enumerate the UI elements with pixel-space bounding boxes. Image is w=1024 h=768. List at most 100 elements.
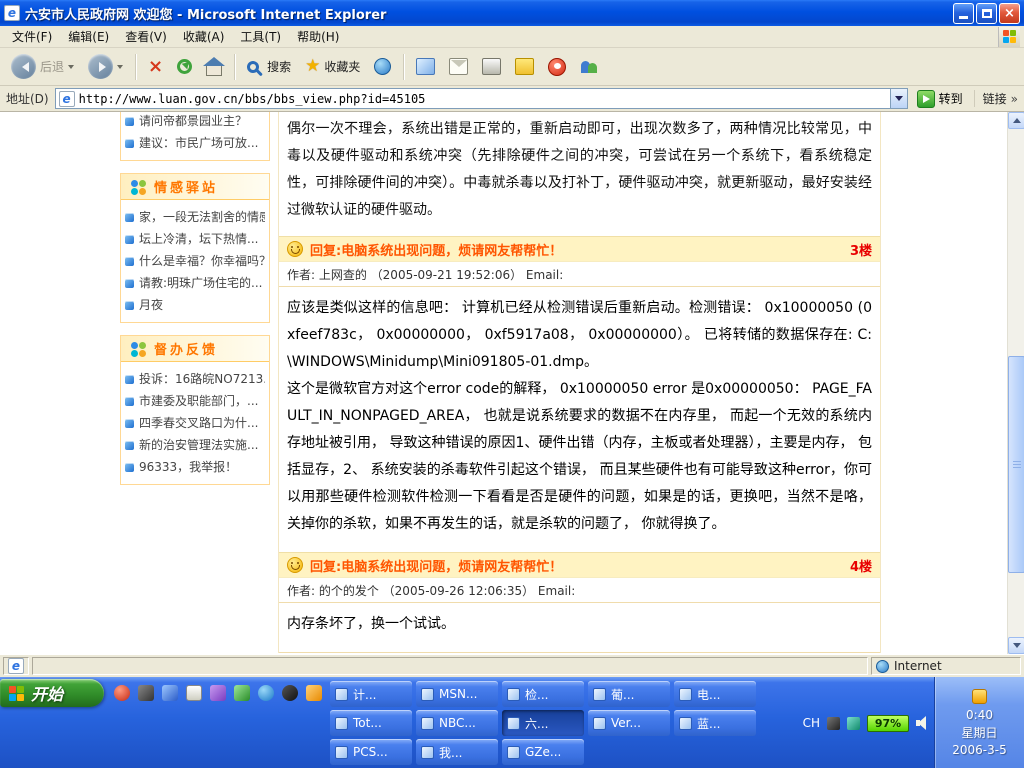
task-button[interactable]: NBC... xyxy=(416,710,498,736)
clover-icon xyxy=(131,180,138,187)
back-dropdown-icon[interactable] xyxy=(68,65,74,69)
forward-dropdown-icon[interactable] xyxy=(117,65,123,69)
messenger-icon xyxy=(548,58,566,76)
menu-help[interactable]: 帮助(H) xyxy=(289,26,347,47)
system-tray: CH 97% xyxy=(803,710,930,736)
window-icon xyxy=(679,717,692,730)
task-button[interactable]: 计... xyxy=(330,681,412,707)
quicklaunch-icon[interactable] xyxy=(138,685,154,701)
quicklaunch-icon[interactable] xyxy=(282,685,298,701)
sidebar-link[interactable]: 坛上冷清，坛下热情... xyxy=(125,228,265,250)
volume-icon[interactable] xyxy=(916,716,930,730)
task-button[interactable]: 葡... xyxy=(588,681,670,707)
section-header: 情感驿站 xyxy=(121,174,269,200)
menu-favorites[interactable]: 收藏(A) xyxy=(175,26,233,47)
search-button[interactable]: 搜索 xyxy=(242,55,296,78)
scrollbar-thumb[interactable] xyxy=(1008,356,1024,573)
go-button[interactable]: 转到 xyxy=(914,89,966,109)
forward-button[interactable] xyxy=(83,51,128,82)
task-button-label: Ver... xyxy=(611,716,641,730)
quicklaunch-icon[interactable] xyxy=(306,685,322,701)
task-button[interactable]: 蓝... xyxy=(674,710,756,736)
sidebar-link[interactable]: 市建委及职能部门，... xyxy=(125,390,265,412)
power-plug-icon xyxy=(972,689,987,704)
task-button[interactable]: 电... xyxy=(674,681,756,707)
quicklaunch-icon[interactable] xyxy=(186,685,202,701)
sidebar-link[interactable]: 月夜 xyxy=(125,294,265,316)
mail-button[interactable] xyxy=(444,55,473,78)
vertical-scrollbar[interactable] xyxy=(1007,112,1024,654)
clock-date: 2006-3-5 xyxy=(952,743,1006,757)
menu-edit[interactable]: 编辑(E) xyxy=(60,26,117,47)
minimize-button[interactable] xyxy=(953,3,974,24)
sidebar-link[interactable]: 请问帝都景园业主？ xyxy=(125,112,265,132)
search-label: 搜索 xyxy=(267,58,291,75)
start-windows-flag-icon xyxy=(9,686,24,701)
maximize-button[interactable] xyxy=(976,3,997,24)
sidebar-link-label: 什么是幸福？你幸福吗？... xyxy=(139,250,265,272)
messenger-button[interactable] xyxy=(543,55,571,79)
print-button[interactable] xyxy=(477,55,506,78)
sidebar-link[interactable]: 家，一段无法割舍的情感 xyxy=(125,206,265,228)
sidebar-link[interactable]: 投诉：16路皖NO7213... xyxy=(125,368,265,390)
stop-button[interactable]: × xyxy=(143,55,168,79)
quick-launch-bar xyxy=(114,685,322,701)
go-arrow-icon xyxy=(917,90,935,108)
links-label: 链接 xyxy=(983,90,1007,107)
taskbar-clock[interactable]: 0:40 星期日 2006-3-5 xyxy=(934,677,1024,768)
bullet-icon xyxy=(125,257,134,266)
edit-button[interactable] xyxy=(510,55,539,78)
bullet-icon xyxy=(125,235,134,244)
sidebar-link[interactable]: 建议：市民广场可放... xyxy=(125,132,265,154)
mail-icon xyxy=(449,58,468,75)
links-button[interactable]: 链接 » xyxy=(974,90,1018,107)
menu-file[interactable]: 文件(F) xyxy=(4,26,60,47)
menu-view[interactable]: 查看(V) xyxy=(117,26,175,47)
refresh-button[interactable] xyxy=(172,56,197,77)
quicklaunch-icon[interactable] xyxy=(258,685,274,701)
battery-indicator[interactable]: 97% xyxy=(867,715,909,732)
task-button-label: 计... xyxy=(353,686,376,703)
task-button-active[interactable]: 六... xyxy=(502,710,584,736)
task-button[interactable]: 我... xyxy=(416,739,498,765)
address-input[interactable]: e http://www.luan.gov.cn/bbs/bbs_view.ph… xyxy=(55,88,908,109)
sidebar-link[interactable]: 请教:明珠广场住宅的... xyxy=(125,272,265,294)
task-button-label: PCS... xyxy=(353,745,388,759)
start-button[interactable]: 开始 xyxy=(0,679,104,707)
task-button[interactable]: 检... xyxy=(502,681,584,707)
menu-tools[interactable]: 工具(T) xyxy=(232,26,289,47)
home-button[interactable] xyxy=(201,55,227,79)
quicklaunch-icon[interactable] xyxy=(162,685,178,701)
favorites-star-icon: ★ xyxy=(305,58,320,75)
task-button[interactable]: PCS... xyxy=(330,739,412,765)
favorites-button[interactable]: ★ 收藏夹 xyxy=(300,55,365,78)
window-icon xyxy=(593,688,606,701)
sidebar-link[interactable]: 新的治安管理法实施... xyxy=(125,434,265,456)
tray-icon[interactable] xyxy=(847,717,860,730)
tray-icon[interactable] xyxy=(827,717,840,730)
quicklaunch-icon[interactable] xyxy=(114,685,130,701)
task-button[interactable]: Ver... xyxy=(588,710,670,736)
reply-author-line: 作者: 的个的发个 （2005-09-26 12:06:35） Email: xyxy=(279,578,880,603)
discuss-button[interactable] xyxy=(575,55,604,78)
window-icon xyxy=(421,746,434,759)
close-button[interactable]: × xyxy=(999,3,1020,24)
sidebar-link[interactable]: 四季春交叉路口为什... xyxy=(125,412,265,434)
history-button[interactable] xyxy=(411,55,440,78)
address-dropdown-button[interactable] xyxy=(890,89,907,108)
scroll-up-button[interactable] xyxy=(1008,112,1024,129)
address-url[interactable]: http://www.luan.gov.cn/bbs/bbs_view.php?… xyxy=(79,92,886,106)
task-button[interactable]: GZe... xyxy=(502,739,584,765)
quicklaunch-icon[interactable] xyxy=(234,685,250,701)
scroll-down-button[interactable] xyxy=(1008,637,1024,654)
window-icon xyxy=(421,717,434,730)
ime-indicator[interactable]: CH xyxy=(803,716,820,730)
task-button[interactable]: Tot... xyxy=(330,710,412,736)
back-button[interactable]: 后退 xyxy=(6,51,79,82)
quicklaunch-icon[interactable] xyxy=(210,685,226,701)
task-button[interactable]: MSN... xyxy=(416,681,498,707)
sidebar-link[interactable]: 96333，我举报！ xyxy=(125,456,265,478)
bullet-icon xyxy=(125,301,134,310)
media-button[interactable] xyxy=(369,55,396,78)
sidebar-link[interactable]: 什么是幸福？你幸福吗？... xyxy=(125,250,265,272)
